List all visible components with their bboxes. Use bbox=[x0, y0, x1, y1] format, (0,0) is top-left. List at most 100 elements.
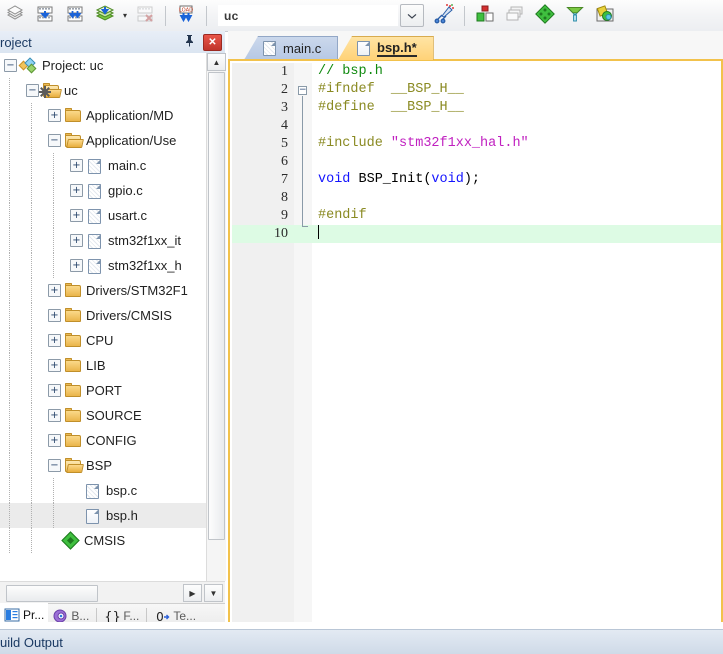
rebuild-button[interactable] bbox=[61, 2, 89, 30]
code-line[interactable]: 10 bbox=[232, 225, 721, 243]
tree-guide bbox=[31, 328, 32, 353]
tree-item-label: CMSIS bbox=[84, 533, 126, 548]
target-select[interactable]: uc bbox=[218, 5, 398, 26]
expand-icon[interactable]: + bbox=[48, 309, 61, 322]
tree-item-label: main.c bbox=[108, 158, 147, 173]
code-line[interactable]: 8 bbox=[232, 189, 721, 207]
tree-item-application-md[interactable]: + Application/MD bbox=[0, 103, 206, 128]
tree-item-lib[interactable]: + LIB bbox=[0, 353, 206, 378]
code-line[interactable]: 4 bbox=[232, 117, 721, 135]
tree-guide bbox=[31, 353, 32, 378]
code-line[interactable]: 5 #include "stm32f1xx_hal.h" bbox=[232, 135, 721, 153]
expand-icon[interactable]: + bbox=[48, 384, 61, 397]
code-line[interactable]: 7 void BSP_Init(void); bbox=[232, 171, 721, 189]
pin-button[interactable] bbox=[181, 34, 197, 50]
expand-icon[interactable]: + bbox=[48, 359, 61, 372]
manage-components-button[interactable] bbox=[591, 2, 619, 30]
file-icon bbox=[357, 41, 370, 56]
collapse-icon[interactable]: − bbox=[4, 59, 17, 72]
batch-build-button[interactable] bbox=[91, 2, 119, 30]
scroll-up-button[interactable]: ▲ bbox=[207, 53, 226, 71]
collapse-icon[interactable]: − bbox=[48, 459, 61, 472]
expand-icon[interactable]: + bbox=[70, 184, 83, 197]
tree-item-drivers-stm32f1[interactable]: + Drivers/STM32F1 bbox=[0, 278, 206, 303]
code-token: #ifndef __BSP_H__ bbox=[318, 82, 464, 97]
stop-build-button[interactable] bbox=[131, 2, 159, 30]
expand-icon[interactable]: + bbox=[48, 434, 61, 447]
tree-item-stm32f1xx-h[interactable]: + stm32f1xx_h bbox=[0, 253, 206, 278]
collapse-icon[interactable]: − bbox=[48, 134, 61, 147]
tree-item-bsp-h[interactable]: bsp.h bbox=[0, 503, 206, 528]
code-lines[interactable]: 1 // bsp.h 2 #ifndef __BSP_H__ 3 #define __BS… bbox=[232, 63, 721, 623]
tree-guide bbox=[9, 478, 10, 503]
code-line[interactable]: 1 // bsp.h bbox=[232, 63, 721, 81]
tree-guide bbox=[53, 478, 54, 503]
expand-icon[interactable]: + bbox=[70, 234, 83, 247]
line-number: 9 bbox=[281, 208, 288, 223]
file-c-icon bbox=[86, 258, 104, 274]
scroll-down-button[interactable]: ▼ bbox=[204, 584, 223, 602]
fold-toggle-icon[interactable]: − bbox=[298, 86, 307, 95]
expand-icon[interactable]: + bbox=[48, 284, 61, 297]
tree-item-label: SOURCE bbox=[86, 408, 142, 423]
code-view[interactable]: 1 // bsp.h 2 #ifndef __BSP_H__ 3 #define __BS… bbox=[232, 63, 721, 623]
hscroll-thumb[interactable] bbox=[6, 584, 98, 602]
cmsis-icon bbox=[61, 530, 80, 550]
toolbar-separator-3 bbox=[464, 5, 465, 26]
tree-item-label: Project: uc bbox=[42, 58, 104, 73]
expand-icon[interactable]: + bbox=[48, 109, 61, 122]
tree-guide bbox=[9, 403, 10, 428]
project-tree-hscrollbar[interactable]: ▶ ▼ bbox=[0, 581, 225, 604]
tree-item-port[interactable]: + PORT bbox=[0, 378, 206, 403]
close-button[interactable]: ✕ bbox=[203, 33, 222, 51]
editor-tab-mainc[interactable]: main.c bbox=[244, 36, 339, 60]
tree-item-cmsis[interactable]: CMSIS bbox=[0, 528, 206, 553]
build-button[interactable] bbox=[31, 2, 59, 30]
download-button[interactable]: LOAD bbox=[172, 2, 200, 30]
tree-guide bbox=[9, 103, 10, 128]
pack-installer-button[interactable] bbox=[531, 2, 559, 30]
collapse-icon[interactable]: − bbox=[26, 84, 39, 97]
options-for-target-button[interactable] bbox=[430, 2, 458, 30]
tree-guide bbox=[31, 303, 32, 328]
tree-item-project-uc[interactable]: − Project: uc bbox=[0, 53, 206, 78]
hscroll-right-button[interactable]: ▶ bbox=[183, 584, 202, 602]
expand-icon[interactable]: + bbox=[70, 209, 83, 222]
tree-item-cpu[interactable]: + CPU bbox=[0, 328, 206, 353]
code-line[interactable]: 6 bbox=[232, 153, 721, 171]
code-line[interactable]: 3 #define __BSP_H__ bbox=[232, 99, 721, 117]
expand-icon[interactable]: + bbox=[48, 334, 61, 347]
tree-item-uc[interactable]: − uc bbox=[0, 78, 206, 103]
vscroll-thumb[interactable] bbox=[208, 72, 225, 540]
code-token: "stm32f1xx_hal.h" bbox=[390, 136, 529, 151]
tree-guide bbox=[53, 228, 54, 253]
expand-icon[interactable]: + bbox=[70, 259, 83, 272]
tree-item-drivers-cmsis[interactable]: + Drivers/CMSIS bbox=[0, 303, 206, 328]
expand-icon[interactable]: + bbox=[48, 409, 61, 422]
manage-project-items-button[interactable] bbox=[471, 2, 499, 30]
tree-item-usart-c[interactable]: + usart.c bbox=[0, 203, 206, 228]
tree-guide bbox=[53, 153, 54, 178]
tree-item-main-c[interactable]: + main.c bbox=[0, 153, 206, 178]
batch-build-dropdown[interactable]: ▾ bbox=[120, 5, 130, 27]
build-output-title: uild Output bbox=[0, 634, 63, 650]
tree-item-source[interactable]: + SOURCE bbox=[0, 403, 206, 428]
project-tree-vscrollbar[interactable]: ▲ bbox=[206, 53, 226, 581]
tree-item-config[interactable]: + CONFIG bbox=[0, 428, 206, 453]
code-line[interactable]: 9 #endif bbox=[232, 207, 721, 225]
tree-item-stm32f1xx-it[interactable]: + stm32f1xx_it bbox=[0, 228, 206, 253]
target-select-dropdown-button[interactable] bbox=[400, 4, 424, 27]
expand-icon[interactable]: + bbox=[70, 159, 83, 172]
project-tree[interactable]: − Project: uc − uc + Application/MD − Applicati… bbox=[0, 53, 206, 581]
translate-button[interactable] bbox=[1, 2, 29, 30]
manage-run-time-env-button[interactable] bbox=[501, 2, 529, 30]
configuration-wizard-button[interactable] bbox=[561, 2, 589, 30]
tree-guide bbox=[9, 453, 10, 478]
tree-guide bbox=[9, 178, 10, 203]
tree-item-gpio-c[interactable]: + gpio.c bbox=[0, 178, 206, 203]
tree-item-bsp-c[interactable]: bsp.c bbox=[0, 478, 206, 503]
tree-item-application-use[interactable]: − Application/Use bbox=[0, 128, 206, 153]
editor-tab-bsph[interactable]: bsp.h* bbox=[338, 36, 434, 60]
tree-item-label: bsp.h bbox=[106, 508, 138, 523]
tree-item-bsp[interactable]: − BSP bbox=[0, 453, 206, 478]
